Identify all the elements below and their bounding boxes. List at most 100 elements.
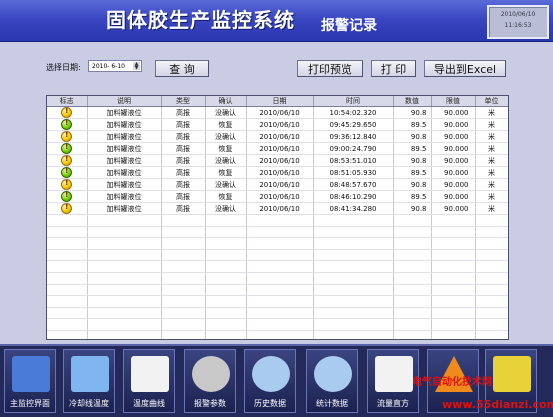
col-time[interactable]: 时间 — [313, 96, 394, 107]
cell-type: 高报 — [161, 190, 206, 203]
cell-desc: 加料罐液位 — [87, 118, 162, 131]
cell-limit — [431, 330, 476, 339]
table-row[interactable]: 加料罐液位高报没确认2010/06/1010:54:02.32090.890.0… — [47, 106, 508, 119]
table-row[interactable]: 加料罐液位高报没确认2010/06/1009:36:12.84090.890.0… — [47, 130, 508, 143]
cell-unit — [475, 295, 508, 308]
nav-label: 流量直方 — [377, 399, 409, 408]
cell-unit — [475, 226, 508, 239]
print-button[interactable]: 打 印 — [371, 60, 416, 77]
cell-desc: 加料罐液位 — [87, 106, 162, 119]
col-flag[interactable]: 标志 — [47, 96, 88, 107]
table-row[interactable] — [47, 318, 508, 331]
cell-confirm — [205, 272, 247, 285]
cell-confirm — [205, 214, 247, 227]
col-limit[interactable]: 限值 — [431, 96, 476, 107]
cell-date — [246, 307, 314, 320]
gear-icon — [192, 356, 230, 392]
table-row[interactable] — [47, 214, 508, 227]
cell-unit: 米 — [475, 178, 508, 191]
table-row[interactable]: 加料罐液位高报恢复2010/06/1009:00:24.79089.590.00… — [47, 142, 508, 155]
date-spinner[interactable]: ▲ ▼ — [133, 62, 140, 71]
table-row[interactable]: 加料罐液位高报没确认2010/06/1008:53:51.01090.890.0… — [47, 154, 508, 167]
alarm-table: 标志 说明 类型 确认 日期 时间 数值 限值 单位 加料罐液位高报没确认201… — [46, 95, 509, 340]
cell-desc — [87, 330, 162, 339]
cell-limit — [431, 214, 476, 227]
cell-value: 89.5 — [393, 142, 432, 155]
cell-limit — [431, 318, 476, 331]
cell-flag — [47, 330, 88, 339]
page-title: 报警记录 — [321, 18, 377, 34]
cell-limit: 90.000 — [431, 154, 476, 167]
cell-desc — [87, 260, 162, 273]
table-row[interactable] — [47, 249, 508, 262]
cell-confirm — [205, 237, 247, 250]
monitor-icon — [12, 356, 50, 392]
cell-time: 08:48:57.670 — [313, 178, 394, 191]
cell-unit: 米 — [475, 118, 508, 131]
cell-date: 2010/06/10 — [246, 142, 314, 155]
table-row[interactable] — [47, 284, 508, 297]
cell-time — [313, 214, 394, 227]
alarm-warning-icon — [61, 107, 73, 118]
nav-item-0[interactable]: 主监控界面 — [4, 349, 56, 413]
date-picker[interactable]: 2010- 6-10 ▲ ▼ — [88, 60, 142, 72]
cell-date — [246, 260, 314, 273]
cell-flag — [47, 226, 88, 239]
cell-date: 2010/06/10 — [246, 178, 314, 191]
bars-icon — [375, 356, 413, 392]
table-row[interactable] — [47, 237, 508, 250]
nav-item-3[interactable]: 报警参数 — [184, 349, 236, 413]
cell-desc: 加料罐液位 — [87, 154, 162, 167]
col-unit[interactable]: 单位 — [475, 96, 508, 107]
cell-unit — [475, 307, 508, 320]
watermark-cn: 电气自动化技术网 — [412, 377, 492, 388]
cell-limit: 90.000 — [431, 166, 476, 179]
table-row[interactable]: 加料罐液位高报没确认2010/06/1008:48:57.67090.890.0… — [47, 178, 508, 191]
table-row[interactable] — [47, 307, 508, 320]
export-excel-button[interactable]: 导出到Excel — [424, 60, 506, 77]
cell-flag — [47, 130, 88, 143]
query-button[interactable]: 查 询 — [155, 60, 209, 77]
nav-label: 统计数据 — [316, 399, 348, 408]
cell-unit: 米 — [475, 154, 508, 167]
cell-date: 2010/06/10 — [246, 202, 314, 215]
cell-value — [393, 307, 432, 320]
table-row[interactable]: 加料罐液位高报恢复2010/06/1008:51:05.93089.590.00… — [47, 166, 508, 179]
cell-time — [313, 249, 394, 262]
nav-item-2[interactable]: 温度曲线 — [123, 349, 175, 413]
cell-flag — [47, 106, 88, 119]
cell-value: 90.8 — [393, 154, 432, 167]
table-row[interactable] — [47, 272, 508, 285]
col-value[interactable]: 数值 — [393, 96, 432, 107]
cell-value: 89.5 — [393, 190, 432, 203]
alarm-recovered-icon — [61, 167, 73, 178]
table-row[interactable] — [47, 295, 508, 308]
table-row[interactable] — [47, 260, 508, 273]
cell-flag — [47, 237, 88, 250]
table-row[interactable] — [47, 226, 508, 239]
col-type[interactable]: 类型 — [161, 96, 206, 107]
magnifier-icon — [252, 356, 290, 392]
cell-limit — [431, 272, 476, 285]
cell-unit — [475, 249, 508, 262]
nav-item-4[interactable]: 历史数据 — [244, 349, 296, 413]
cell-confirm: 没确认 — [205, 154, 247, 167]
table-row[interactable]: 加料罐液位高报没确认2010/06/1008:41:34.28090.890.0… — [47, 202, 508, 215]
cell-limit: 90.000 — [431, 130, 476, 143]
nav-item-1[interactable]: 冷却线温度 — [63, 349, 115, 413]
cell-flag — [47, 318, 88, 331]
cell-unit: 米 — [475, 106, 508, 119]
nav-item-5[interactable]: 统计数据 — [306, 349, 358, 413]
col-desc[interactable]: 说明 — [87, 96, 162, 107]
col-confirm[interactable]: 确认 — [205, 96, 247, 107]
cell-confirm — [205, 226, 247, 239]
table-row[interactable] — [47, 330, 508, 339]
print-preview-button[interactable]: 打印预览 — [297, 60, 363, 77]
cell-limit: 90.000 — [431, 106, 476, 119]
table-row[interactable]: 加料罐液位高报恢复2010/06/1008:46:10.29089.590.00… — [47, 190, 508, 203]
table-row[interactable]: 加料罐液位高报恢复2010/06/1009:45:29.65089.590.00… — [47, 118, 508, 131]
table-header: 标志 说明 类型 确认 日期 时间 数值 限值 单位 — [47, 96, 508, 107]
col-date[interactable]: 日期 — [246, 96, 314, 107]
watermark-url: www.55dianzi.com — [442, 398, 553, 411]
alarm-warning-icon — [61, 131, 73, 142]
